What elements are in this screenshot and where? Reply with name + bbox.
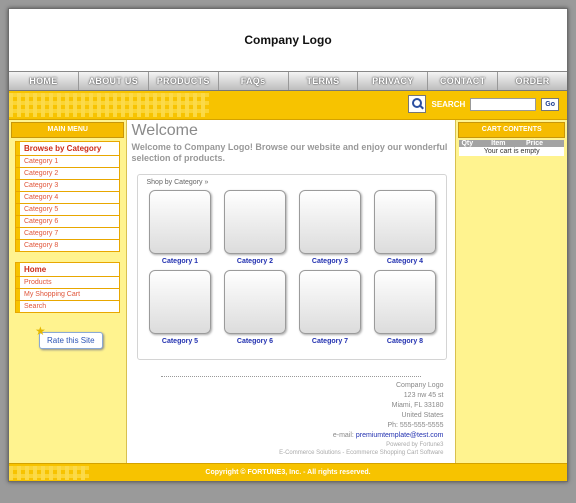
header: Company Logo	[9, 9, 567, 71]
page-title: Welcome	[131, 122, 198, 139]
address-city: Miami, FL 33180	[391, 402, 444, 409]
category-card-7[interactable]: Category 7	[292, 270, 367, 348]
search-input[interactable]	[470, 97, 537, 111]
ecommerce-solutions[interactable]: E-Commerce Solutions - Ecommerce Shoppin…	[131, 449, 443, 457]
sidebar-category-4[interactable]: Category 4	[16, 192, 120, 204]
search-label: SEARCH	[431, 99, 466, 109]
category-label[interactable]: Category 7	[312, 338, 348, 348]
category-card-4[interactable]: Category 4	[367, 190, 442, 268]
nav-terms[interactable]: TERMS	[289, 72, 359, 90]
search-area: SEARCH Go	[408, 95, 559, 113]
sidebar-link-search[interactable]: Search	[16, 301, 119, 312]
category-thumbnail[interactable]	[373, 190, 436, 254]
category-thumbnail[interactable]	[298, 270, 361, 334]
category-box: Browse by Category Category 1 Category 2…	[15, 141, 121, 252]
category-card-1[interactable]: Category 1	[142, 190, 217, 268]
sidebar-link-home[interactable]: Home	[16, 263, 120, 277]
category-card-3[interactable]: Category 3	[292, 190, 367, 268]
category-label[interactable]: Category 1	[162, 258, 198, 268]
category-label[interactable]: Category 3	[312, 258, 348, 268]
main-nav: HOME ABOUT US PRODUCTS FAQs TERMS PRIVAC…	[9, 71, 567, 104]
rate-this-site-button[interactable]: Rate this Site	[35, 324, 103, 349]
search-icon	[408, 95, 427, 113]
sidebar-category-8[interactable]: Category 8	[16, 240, 119, 251]
left-sidebar: MAIN MENU Browse by Category Category 1 …	[9, 120, 128, 463]
cart-header-qty: Qty	[459, 140, 490, 147]
nav-products[interactable]: PRODUCTS	[149, 72, 219, 90]
right-sidebar: CART CONTENTS Qty Item Price Your cart i…	[455, 120, 567, 463]
sidebar-category-7[interactable]: Category 7	[16, 228, 120, 240]
main-menu-title: MAIN MENU	[11, 122, 125, 138]
sidebar-category-6[interactable]: Category 6	[16, 216, 120, 228]
sidebar-category-2[interactable]: Category 2	[16, 168, 120, 180]
category-card-6[interactable]: Category 6	[217, 270, 292, 348]
category-card-2[interactable]: Category 2	[217, 190, 292, 268]
footer: Copyright © FORTUNE3, Inc. - All rights …	[9, 463, 567, 481]
intro-text: Welcome to Company Logo! Browse our webs…	[131, 142, 448, 163]
nav-contact[interactable]: CONTACT	[428, 72, 499, 90]
category-thumbnail[interactable]	[223, 270, 286, 334]
sidebar-link-products[interactable]: Products	[16, 277, 120, 289]
category-card-5[interactable]: Category 5	[142, 270, 217, 348]
nav-order-status[interactable]: ORDER STATUS	[498, 72, 567, 104]
address-phone: Ph: 555-555-5555	[387, 422, 444, 429]
address-name: Company Logo	[396, 382, 444, 389]
category-thumbnail[interactable]	[148, 270, 211, 334]
decorative-pattern	[9, 466, 89, 480]
nav-home[interactable]: HOME	[9, 72, 79, 90]
search-bar: SEARCH Go	[9, 91, 567, 120]
page-frame: Company Logo HOME ABOUT US PRODUCTS FAQs…	[8, 8, 568, 482]
nav-about-us[interactable]: ABOUT US	[79, 72, 149, 90]
category-grid: Category 1 Category 2 Category 3 Categor…	[138, 190, 446, 348]
address-country: United States	[401, 412, 444, 419]
content-columns: MAIN MENU Browse by Category Category 1 …	[9, 120, 567, 463]
cart-table: Qty Item Price Your cart is empty	[459, 140, 564, 156]
links-box: Home Products My Shopping Cart Search	[15, 262, 121, 313]
category-thumbnail[interactable]	[298, 190, 361, 254]
shop-by-category: Shop by Category » Category 1 Category 2…	[137, 174, 448, 360]
sidebar-category-5[interactable]: Category 5	[16, 204, 120, 216]
company-logo[interactable]: Company Logo	[244, 33, 331, 47]
go-button[interactable]: Go	[541, 97, 559, 111]
cart-header-price: Price	[523, 140, 564, 147]
category-thumbnail[interactable]	[223, 190, 286, 254]
browse-category-title: Browse by Category	[16, 142, 120, 156]
category-thumbnail[interactable]	[148, 190, 211, 254]
category-label[interactable]: Category 5	[162, 338, 198, 348]
category-thumbnail[interactable]	[373, 270, 436, 334]
category-label[interactable]: Category 6	[237, 338, 273, 348]
copyright-text: Copyright © FORTUNE3, Inc. - All rights …	[205, 469, 371, 476]
sidebar-link-cart[interactable]: My Shopping Cart	[16, 289, 120, 301]
decorative-pattern	[9, 93, 209, 117]
sidebar-category-1[interactable]: Category 1	[16, 156, 120, 168]
category-label[interactable]: Category 2	[237, 258, 273, 268]
category-label[interactable]: Category 8	[387, 338, 423, 348]
company-address: Company Logo 123 nw 45 st Miami, FL 3318…	[131, 381, 451, 457]
main-content: Welcome Welcome to Company Logo! Browse …	[127, 120, 456, 463]
email-link[interactable]: premiumtemplate@test.com	[356, 432, 444, 439]
category-card-8[interactable]: Category 8	[367, 270, 442, 348]
cart-contents-title: CART CONTENTS	[458, 122, 565, 138]
cart-empty-message: Your cart is empty	[459, 147, 564, 156]
sidebar-category-3[interactable]: Category 3	[16, 180, 120, 192]
cart-header-item: Item	[489, 140, 524, 147]
email-prefix: e-mail:	[332, 432, 354, 439]
address-street: 123 nw 45 st	[403, 392, 444, 399]
nav-faqs[interactable]: FAQs	[219, 72, 289, 90]
category-label[interactable]: Category 4	[387, 258, 423, 268]
nav-privacy[interactable]: PRIVACY	[358, 72, 429, 90]
shop-title: Shop by Category »	[146, 179, 209, 186]
powered-by[interactable]: Powered by Fortune3	[131, 441, 443, 449]
address-email-row: e-mail: premiumtemplate@test.com	[131, 431, 444, 441]
